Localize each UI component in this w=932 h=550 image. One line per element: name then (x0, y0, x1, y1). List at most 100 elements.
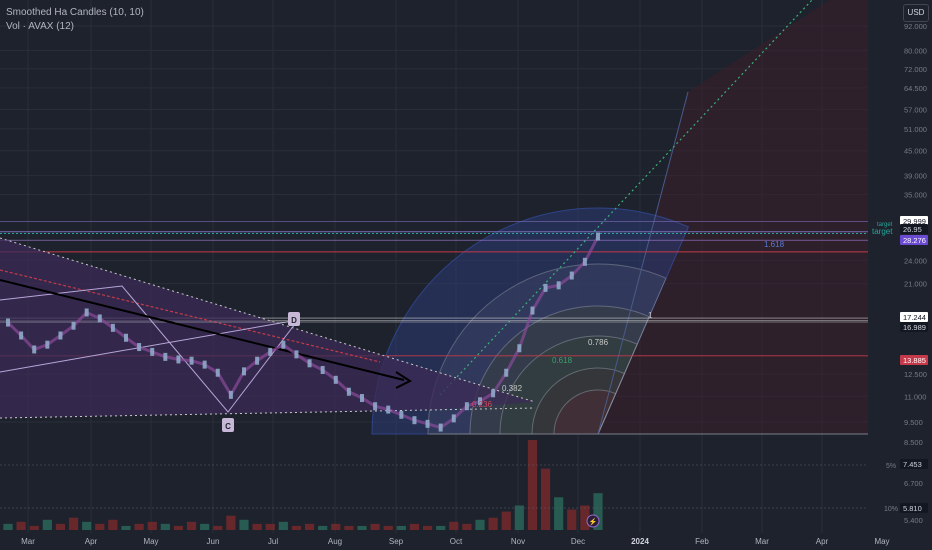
candle (491, 389, 496, 398)
y-tick-label: 92.000 (904, 22, 927, 31)
x-tick-label: Apr (816, 537, 829, 546)
time-axis-bg (0, 533, 868, 550)
volume-bar (278, 521, 288, 530)
candle (569, 271, 574, 280)
volume-bar (82, 521, 92, 530)
volume-bar (121, 525, 131, 530)
candle (71, 321, 76, 330)
candle (360, 394, 364, 403)
candle (45, 340, 50, 349)
x-tick-label: Aug (328, 537, 342, 546)
legend-volume[interactable]: Vol · AVAX (12) (6, 20, 144, 34)
x-tick-label: Jul (268, 537, 278, 546)
x-tick-label: Nov (511, 537, 525, 546)
volume-bar (462, 523, 472, 530)
y-tick-label: 72.000 (904, 65, 927, 74)
volume-bar (55, 523, 66, 530)
volume-bar (147, 521, 157, 530)
y-tick-label: 9.500 (904, 418, 923, 427)
candle (517, 344, 522, 353)
candle (530, 306, 535, 315)
volume-bar (514, 505, 524, 530)
volume-bar (16, 521, 26, 530)
candle (6, 318, 10, 327)
volume-bar (68, 517, 79, 530)
price-label: 17.244 (903, 313, 926, 322)
volume-bar (173, 525, 184, 530)
candle (110, 323, 115, 332)
x-tick-label: 2024 (631, 537, 649, 546)
price-label: 28.276 (903, 236, 926, 245)
fib-level-label: 1.618 (764, 240, 785, 249)
candle (438, 423, 443, 432)
fib-level-label: 0.618 (552, 356, 573, 365)
volume-bar (501, 511, 511, 530)
price-label: 5.810 (903, 504, 922, 513)
price-label: 16.989 (903, 323, 926, 332)
candle (228, 390, 233, 399)
volume-bar (304, 523, 315, 530)
x-tick-label: May (874, 537, 889, 546)
indicator-legend: Smoothed Ha Candles (10, 10) Vol · AVAX … (6, 6, 144, 34)
y-tick-label: 8.500 (904, 438, 923, 447)
candle (19, 331, 24, 340)
candle (242, 367, 246, 376)
candle (150, 347, 155, 356)
volume-bar (436, 525, 446, 530)
x-tick-label: Sep (389, 537, 404, 546)
time-axis[interactable]: Mar Apr May Jun Jul Aug Sep Oct Nov Dec 2024 Feb Mar… (0, 533, 890, 550)
candle (97, 314, 102, 323)
candle (543, 283, 548, 292)
volume-bar (396, 525, 406, 530)
candle (333, 375, 338, 384)
fib-level-label: 0.786 (588, 338, 609, 347)
volume-bar (344, 525, 354, 530)
volume-bar (200, 523, 210, 530)
target-label: target (872, 227, 893, 236)
vol-pct-label: 10% (884, 506, 898, 513)
fib-level-label: 0.236 (472, 400, 493, 409)
candle (504, 368, 509, 377)
candle (137, 343, 142, 352)
price-chart[interactable]: 1.618 1 0.786 0.618 0.382 0.236 C D ⚡ 92.000 80.0… (0, 0, 932, 550)
candle (215, 368, 220, 377)
y-tick-label: 6.700 (904, 479, 923, 488)
price-axis[interactable]: 92.000 80.000 72.000 64.500 57.000 51.000 45.0… (868, 0, 932, 550)
x-tick-label: Mar (755, 537, 769, 546)
candle (281, 340, 286, 349)
legend-candles[interactable]: Smoothed Ha Candles (10, 10) (6, 6, 144, 20)
volume-bar (42, 519, 52, 530)
volume-bar (409, 523, 420, 530)
volume-bar (554, 497, 564, 530)
price-label: 26.95 (903, 225, 922, 234)
currency-button[interactable]: USD (903, 4, 929, 22)
y-tick-label: 24.000 (904, 256, 927, 265)
volume-bar (95, 523, 105, 530)
volume-bar (422, 525, 433, 530)
x-tick-label: Oct (450, 537, 463, 546)
x-tick-label: Feb (695, 537, 709, 546)
y-tick-label: 21.000 (904, 280, 927, 289)
volume-bar (488, 517, 498, 530)
volume-bar (186, 521, 197, 530)
volume-bar (160, 523, 170, 530)
candle (412, 416, 417, 425)
x-tick-label: Mar (21, 537, 35, 546)
candle (124, 333, 128, 342)
candle (202, 360, 207, 369)
volume-bar (383, 525, 393, 530)
volume-bar (370, 523, 380, 530)
candle (255, 356, 260, 365)
volume-bar (475, 519, 485, 530)
volume-bar (265, 523, 275, 530)
y-tick-label: 64.500 (904, 84, 927, 93)
fib-level-label: 1 (648, 311, 653, 320)
volume-bar (213, 525, 223, 530)
candle (464, 402, 469, 411)
x-tick-label: May (143, 537, 158, 546)
candle (189, 356, 194, 365)
candle (307, 359, 312, 368)
vol-pct-label: 5% (886, 463, 896, 470)
x-tick-label: Jun (207, 537, 220, 546)
pattern-point-label: D (291, 316, 297, 325)
